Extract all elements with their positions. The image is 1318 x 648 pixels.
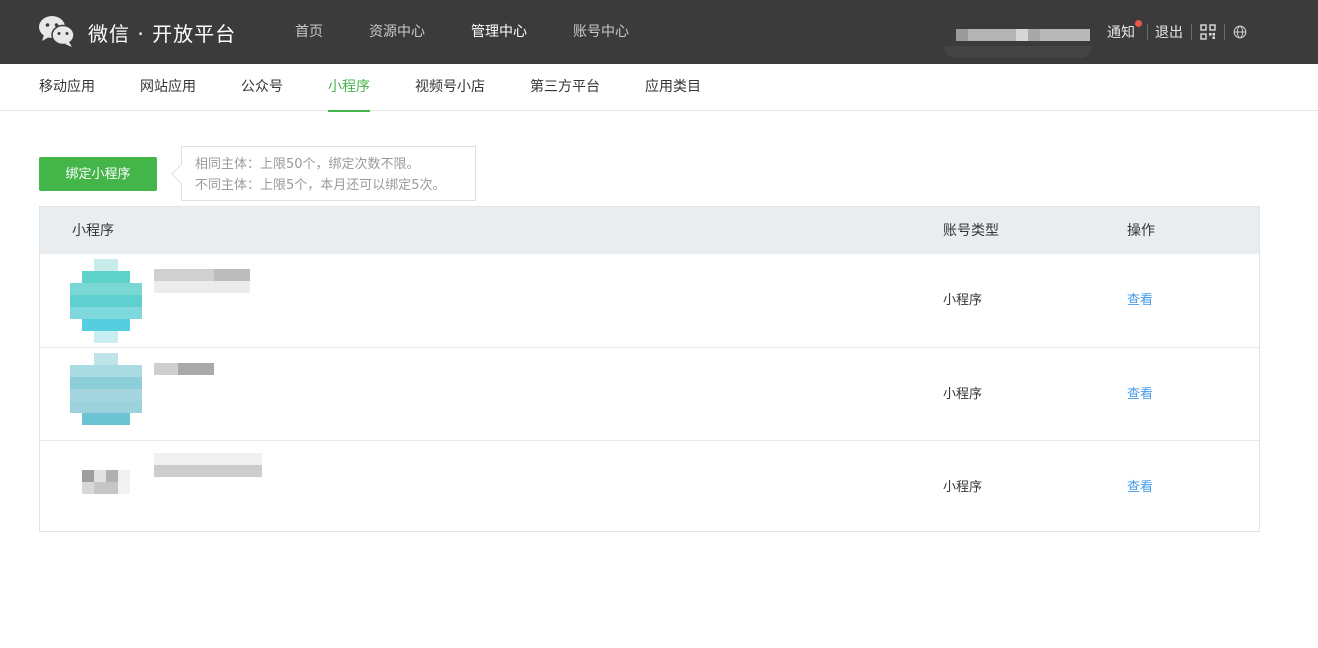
account-type-cell: 小程序 (943, 293, 983, 308)
divider (1191, 24, 1192, 40)
nav-item-resources[interactable]: 资源中心 (369, 0, 425, 64)
sub-nav: 移动应用 网站应用 公众号 小程序 视频号小店 第三方平台 应用类目 (0, 64, 1318, 112)
mini-program-avatar-redacted (70, 259, 142, 343)
table-row: 小程序 查看 (40, 347, 1259, 440)
divider (1147, 24, 1148, 40)
qrcode-icon[interactable] (1200, 24, 1216, 40)
table-header: 小程序 账号类型 操作 (40, 207, 1259, 254)
table-row: 小程序 查看 (40, 254, 1259, 347)
logout-link[interactable]: 退出 (1155, 22, 1183, 42)
nav-item-management[interactable]: 管理中心 (471, 0, 527, 64)
table-row: 小程序 查看 (40, 440, 1259, 533)
mini-program-avatar-redacted (70, 446, 142, 530)
tab-official-accounts[interactable]: 公众号 (241, 64, 283, 111)
notify-badge-dot (1135, 20, 1142, 27)
tab-channels-store[interactable]: 视频号小店 (415, 64, 485, 111)
top-bar: 微信 · 开放平台 首页 资源中心 管理中心 账号中心 通知 退出 (0, 0, 1318, 64)
globe-icon[interactable] (1233, 25, 1247, 39)
tab-website-apps[interactable]: 网站应用 (140, 64, 196, 111)
tip-different-entity: 不同主体：上限5个，本月还可以绑定5次。 (195, 178, 446, 193)
header-name: 小程序 (72, 223, 114, 239)
mini-program-avatar-redacted (70, 353, 142, 437)
divider (1224, 24, 1225, 40)
account-type-cell: 小程序 (943, 480, 983, 495)
nav-item-home[interactable]: 首页 (295, 0, 323, 64)
tab-third-party-platform[interactable]: 第三方平台 (530, 64, 600, 111)
nav-item-account[interactable]: 账号中心 (573, 0, 629, 64)
tab-mobile-apps[interactable]: 移动应用 (39, 64, 95, 111)
mini-program-table: 小程序 账号类型 操作 小程序 查看 小程序 查看 小程序 查看 (39, 206, 1260, 532)
account-type-cell: 小程序 (943, 387, 983, 402)
bind-limit-tooltip: 相同主体：上限50个，绑定次数不限。 不同主体：上限5个，本月还可以绑定5次。 (171, 146, 476, 201)
brand-title: 微信 · 开放平台 (88, 22, 237, 46)
header-account-type: 账号类型 (943, 223, 999, 239)
view-link[interactable]: 查看 (1127, 441, 1153, 534)
tab-mini-programs[interactable]: 小程序 (328, 64, 370, 112)
main-nav: 首页 资源中心 管理中心 账号中心 (295, 0, 675, 64)
top-links: 通知 退出 (1107, 0, 1247, 64)
view-link[interactable]: 查看 (1127, 348, 1153, 441)
bind-mini-program-button[interactable]: 绑定小程序 (39, 157, 157, 191)
notify-link[interactable]: 通知 (1107, 20, 1142, 42)
notify-label: 通知 (1107, 25, 1135, 41)
tab-app-categories[interactable]: 应用类目 (645, 64, 701, 111)
tip-same-entity: 相同主体：上限50个，绑定次数不限。 (195, 157, 420, 172)
wechat-logo-icon[interactable] (38, 14, 76, 48)
header-actions: 操作 (1127, 223, 1155, 239)
user-account-redacted[interactable] (944, 22, 1092, 58)
view-link[interactable]: 查看 (1127, 254, 1153, 347)
